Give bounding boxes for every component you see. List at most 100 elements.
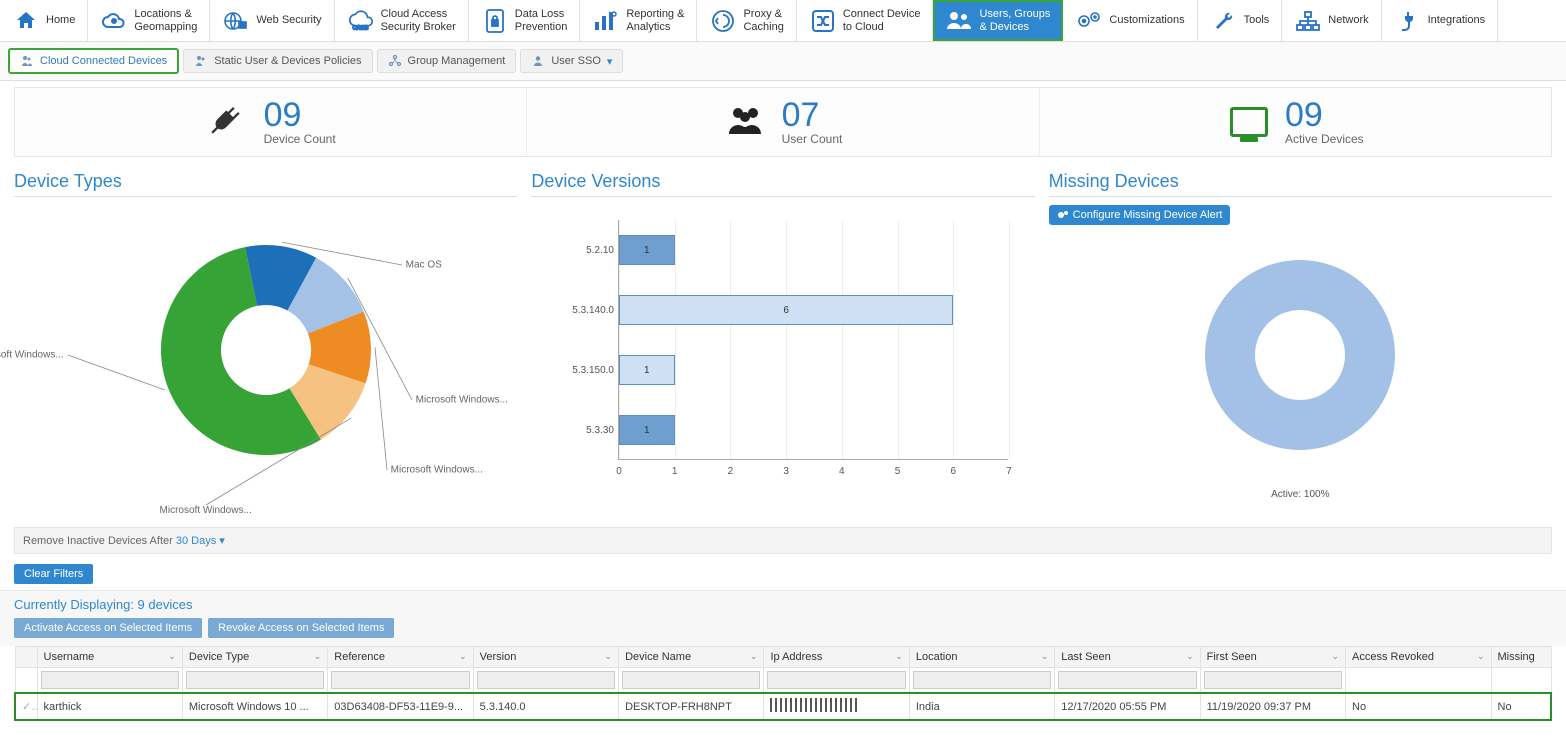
filter-username[interactable] (41, 671, 179, 689)
th-reference[interactable]: Reference⌄ (328, 647, 473, 668)
users-icon (945, 7, 973, 35)
device-types-donut[interactable] (16, 205, 516, 505)
panel-device-types: Device Types Mac OSMicrosoft Windows...M… (14, 167, 517, 505)
panel-title: Missing Devices (1049, 167, 1552, 197)
cell-location: India (909, 693, 1054, 720)
th-missing[interactable]: Missing (1491, 647, 1551, 668)
nav-web-security[interactable]: Web Security (210, 0, 334, 41)
panel-missing-devices: Missing Devices Configure Missing Device… (1049, 167, 1552, 505)
filter-version[interactable] (477, 671, 615, 689)
nav-connect-device[interactable]: Connect Device to Cloud (797, 0, 934, 41)
revoke-access-button[interactable]: Revoke Access on Selected Items (208, 618, 394, 638)
clear-filters-button[interactable]: Clear Filters (14, 564, 93, 584)
th-first-seen[interactable]: First Seen⌄ (1200, 647, 1345, 668)
panel-title: Device Versions (531, 167, 1034, 197)
missing-caption: Active: 100% (1049, 489, 1552, 500)
sub-nav: Cloud Connected Devices Static User & De… (0, 42, 1566, 81)
subnav-cloud-connected-devices[interactable]: Cloud Connected Devices (8, 48, 179, 74)
nav-reporting[interactable]: Reporting & Analytics (580, 0, 697, 41)
filter-first-seen[interactable] (1204, 671, 1342, 689)
cell-last-seen: 12/17/2020 05:55 PM (1055, 693, 1200, 720)
cell-reference: 03D63408-DF53-11E9-9... (328, 693, 473, 720)
filter-location[interactable] (913, 671, 1051, 689)
nav-users-groups-devices[interactable]: Users, Groups & Devices (933, 0, 1063, 41)
row-checkbox[interactable]: ✓ (15, 693, 37, 720)
missing-devices-donut[interactable] (1170, 225, 1430, 485)
counter-active-devices: 09 Active Devices (1040, 88, 1551, 156)
cell-access-revoked: No (1346, 693, 1491, 720)
gears-icon (1075, 7, 1103, 35)
inactive-devices-bar: Remove Inactive Devices After 30 Days ▾ (14, 527, 1552, 554)
counter-device-count: 09 Device Count (15, 88, 527, 156)
th-ip-address[interactable]: Ip Address⌄ (764, 647, 909, 668)
globe-lock-icon (222, 7, 250, 35)
filter-ip[interactable] (767, 671, 905, 689)
nav-integrations[interactable]: Integrations (1382, 0, 1498, 41)
gears-mini-icon (1057, 209, 1069, 221)
filter-device-name[interactable] (622, 671, 760, 689)
cell-device-type: Microsoft Windows 10 ... (182, 693, 327, 720)
th-access-revoked[interactable]: Access Revoked⌄ (1346, 647, 1491, 668)
cell-missing: No (1491, 693, 1551, 720)
main-nav: Home Locations & Geomapping Web Security… (0, 0, 1566, 42)
network-icon (1294, 7, 1322, 35)
nav-customizations[interactable]: Customizations (1063, 0, 1197, 41)
inactive-days-dropdown[interactable]: 30 Days ▾ (176, 535, 225, 547)
user-mini-icon (531, 54, 545, 68)
table-header-row: Username⌄ Device Type⌄ Reference⌄ Versio… (15, 647, 1551, 668)
subnav-static-policies[interactable]: Static User & Devices Policies (183, 49, 372, 73)
lock-doc-icon (481, 7, 509, 35)
nav-tools[interactable]: Tools (1198, 0, 1283, 41)
filter-reference[interactable] (331, 671, 469, 689)
table-check-all[interactable] (15, 647, 37, 668)
nav-proxy[interactable]: Proxy & Caching (697, 0, 796, 41)
counters-bar: 09 Device Count 07 User Count 09 Active … (14, 87, 1552, 157)
group-mini-icon (388, 54, 402, 68)
nav-home[interactable]: Home (0, 0, 88, 41)
nav-network[interactable]: Network (1282, 0, 1381, 41)
panels-row: Device Types Mac OSMicrosoft Windows...M… (0, 167, 1566, 523)
counter-user-count: 07 User Count (527, 88, 1039, 156)
device-versions-bar-chart[interactable]: 012345675.2.1015.3.140.065.3.150.015.3.3… (548, 220, 1018, 490)
plug-icon (206, 102, 250, 142)
th-device-type[interactable]: Device Type⌄ (182, 647, 327, 668)
cell-version: 5.3.140.0 (473, 693, 618, 720)
cloud-icon (100, 7, 128, 35)
subnav-group-management[interactable]: Group Management (377, 49, 517, 73)
panel-device-versions: Device Versions 012345675.2.1015.3.140.0… (531, 167, 1034, 505)
proxy-icon (709, 7, 737, 35)
table-row[interactable]: ✓ karthick Microsoft Windows 10 ... 03D6… (15, 693, 1551, 720)
th-username[interactable]: Username⌄ (37, 647, 182, 668)
devices-table: Username⌄ Device Type⌄ Reference⌄ Versio… (14, 646, 1552, 721)
casb-icon: CASB (347, 7, 375, 35)
bar-chart-icon (592, 7, 620, 35)
activate-access-button[interactable]: Activate Access on Selected Items (14, 618, 202, 638)
panel-title: Device Types (14, 167, 517, 197)
shuffle-icon (809, 7, 837, 35)
filter-last-seen[interactable] (1058, 671, 1196, 689)
home-icon (12, 7, 40, 35)
table-filter-row (15, 668, 1551, 694)
nav-dlp[interactable]: Data Loss Prevention (469, 0, 581, 41)
currently-displaying: Currently Displaying: 9 devices (0, 590, 1566, 614)
subnav-user-sso[interactable]: User SSO ▾ (520, 49, 623, 73)
th-last-seen[interactable]: Last Seen⌄ (1055, 647, 1200, 668)
plug-icon (1394, 7, 1422, 35)
cell-first-seen: 11/19/2020 09:37 PM (1200, 693, 1345, 720)
users-icon (724, 104, 768, 140)
wrench-icon (1210, 7, 1238, 35)
nav-locations[interactable]: Locations & Geomapping (88, 0, 210, 41)
cell-device-name: DESKTOP-FRH8NPT (619, 693, 764, 720)
monitor-icon (1227, 107, 1271, 137)
nav-casb[interactable]: CASB Cloud Access Security Broker (335, 0, 469, 41)
users-mini-icon (194, 54, 208, 68)
th-location[interactable]: Location⌄ (909, 647, 1054, 668)
cell-ip (764, 693, 909, 720)
th-device-name[interactable]: Device Name⌄ (619, 647, 764, 668)
bulk-action-row: Activate Access on Selected Items Revoke… (0, 614, 1566, 646)
th-version[interactable]: Version⌄ (473, 647, 618, 668)
filter-device-type[interactable] (186, 671, 324, 689)
configure-missing-device-alert-button[interactable]: Configure Missing Device Alert (1049, 205, 1231, 225)
users-mini-icon (20, 54, 34, 68)
chevron-down-icon: ▾ (607, 55, 613, 68)
